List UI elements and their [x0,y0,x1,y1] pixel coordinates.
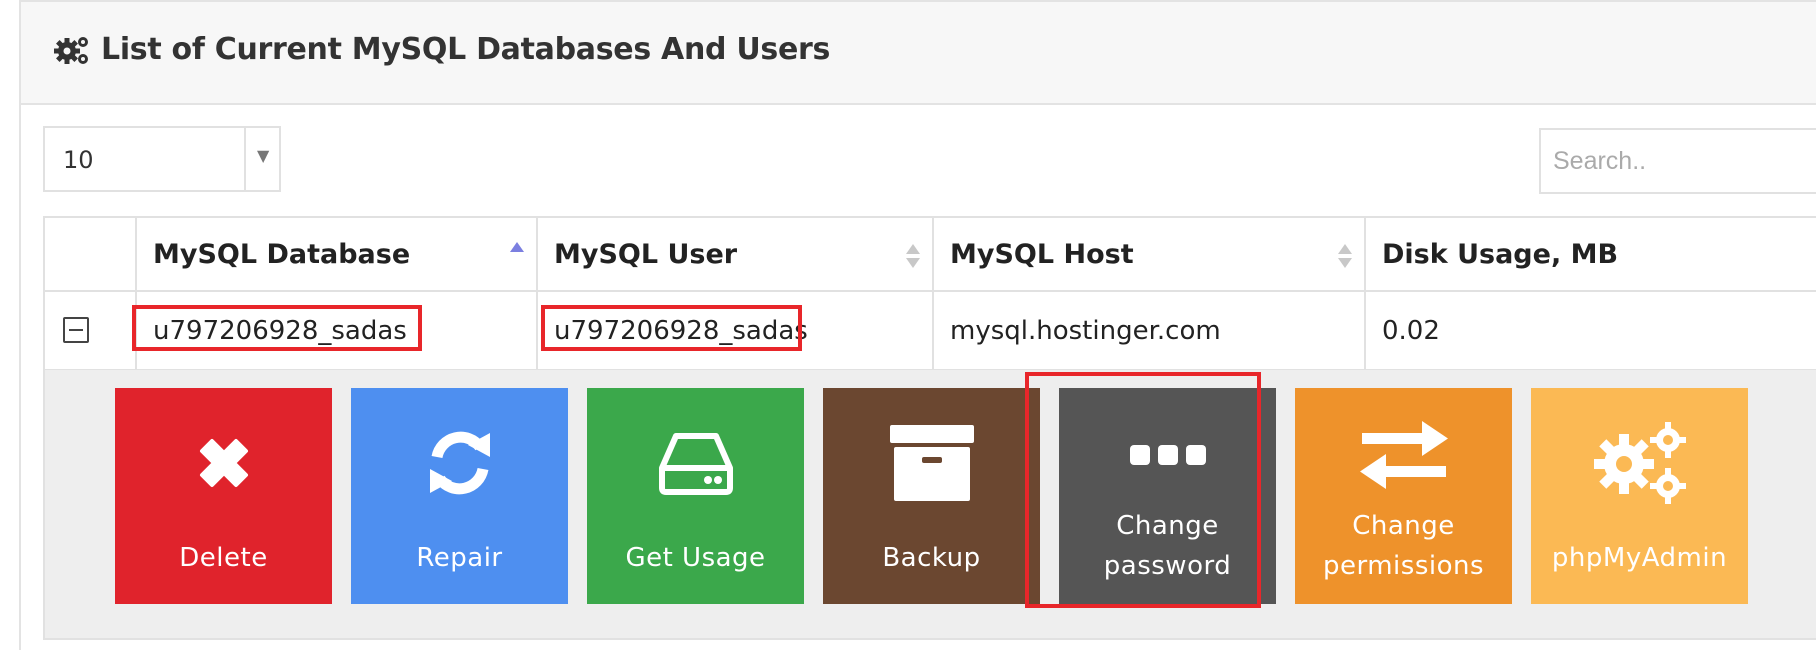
header-cell-toggle [45,218,137,290]
get-usage-button[interactable]: Get Usage [587,388,804,604]
highlight-change-password [1025,372,1261,608]
disk-usage-value: 0.02 [1382,316,1440,346]
column-header-user: MySQL User [554,239,738,270]
panel-header: List of Current MySQL Databases And User… [21,2,1816,105]
gears-icon [1593,422,1686,504]
page-size-select[interactable]: 10 ▼ [43,126,281,192]
header-cell-user[interactable]: MySQL User [538,218,934,290]
get-usage-label: Get Usage [625,543,766,573]
sort-icon[interactable] [1338,242,1352,270]
collapse-icon[interactable] [63,317,89,343]
gears-icon [54,36,88,64]
databases-table: MySQL Database MySQL User MySQL Host Dis… [43,216,1816,640]
delete-label: Delete [179,543,268,573]
page-size-value: 10 [63,146,94,174]
caret-down-icon[interactable]: ▼ [257,146,269,165]
sort-icon[interactable] [906,242,920,270]
column-header-database: MySQL Database [153,239,411,270]
highlight-user-name [541,305,802,351]
host-name: mysql.hostinger.com [950,316,1221,346]
phpmyadmin-button[interactable]: phpMyAdmin [1531,388,1748,604]
select-divider [244,128,246,190]
change-permissions-button[interactable]: Change permissions [1295,388,1512,604]
repair-button[interactable]: Repair [351,388,568,604]
archive-box-icon [889,425,974,501]
column-header-disk-usage: Disk Usage, MB [1382,239,1619,270]
panel-title-text: List of Current MySQL Databases And User… [101,32,831,67]
backup-button[interactable]: Backup [823,388,1040,604]
hard-drive-icon [658,433,733,495]
row-toggle-cell[interactable] [45,292,137,369]
delete-button[interactable]: Delete [115,388,332,604]
row-actions: Delete Repair Get Usage Backup Change pa… [45,370,1816,638]
x-icon [199,439,248,487]
column-header-host: MySQL Host [950,239,1134,270]
table-header: MySQL Database MySQL User MySQL Host Dis… [45,218,1816,292]
cell-disk-usage: 0.02 [1366,292,1816,369]
backup-label: Backup [882,543,981,573]
search-input[interactable] [1539,128,1816,194]
panel-title: List of Current MySQL Databases And User… [53,32,830,67]
phpmyadmin-label: phpMyAdmin [1551,543,1728,573]
change-permissions-label-line1: Change [1352,511,1455,541]
refresh-icon [429,431,490,495]
swap-arrows-icon [1359,421,1448,489]
repair-label: Repair [416,543,503,573]
change-permissions-label-line2: permissions [1322,551,1485,581]
header-cell-database[interactable]: MySQL Database [137,218,538,290]
cell-host: mysql.hostinger.com [934,292,1366,369]
highlight-database-name [132,305,422,351]
header-cell-disk-usage: Disk Usage, MB [1366,218,1816,290]
header-cell-host[interactable]: MySQL Host [934,218,1366,290]
sort-ascending-icon[interactable] [510,238,524,266]
